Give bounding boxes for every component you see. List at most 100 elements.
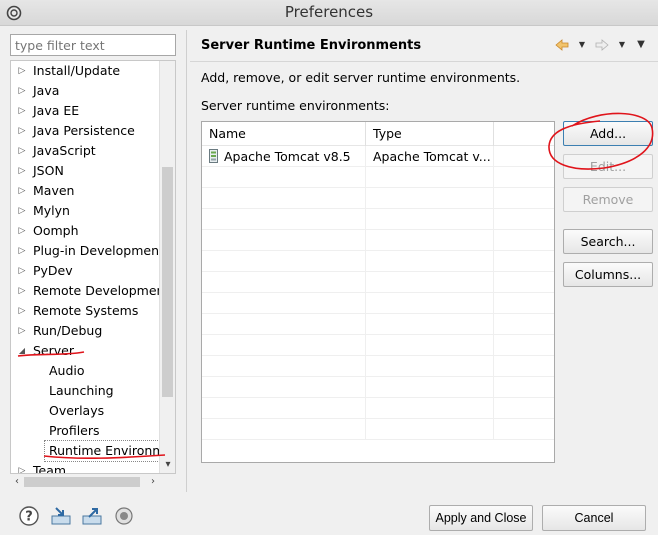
- tree-item-label: Profilers: [49, 423, 100, 438]
- cell-type: [366, 419, 494, 440]
- tree-item-label: Overlays: [49, 403, 105, 418]
- window-title: Preferences: [284, 3, 374, 21]
- cell-name: [202, 188, 366, 209]
- collapsed-arrow-icon[interactable]: ▷: [17, 141, 27, 161]
- cell-name: [202, 314, 366, 335]
- cell-name: [202, 251, 366, 272]
- expanded-arrow-icon[interactable]: ◢: [17, 341, 27, 361]
- column-header-type[interactable]: Type: [366, 122, 494, 146]
- server-icon: [209, 149, 218, 163]
- table-row: [202, 272, 554, 293]
- tree-item-label: Run/Debug: [33, 323, 103, 338]
- scrollbar-thumb[interactable]: [162, 167, 173, 397]
- collapsed-arrow-icon[interactable]: ▷: [17, 301, 27, 321]
- title-bar: Preferences: [0, 0, 658, 26]
- cell-type: [366, 398, 494, 419]
- cell-name: [202, 293, 366, 314]
- help-icon[interactable]: ?: [18, 505, 40, 527]
- runtime-table[interactable]: Name Type Apache Tomcat v8.5 Apache Tomca…: [201, 121, 555, 463]
- collapsed-arrow-icon[interactable]: ▷: [17, 221, 27, 241]
- collapsed-arrow-icon[interactable]: ▷: [17, 321, 27, 341]
- collapsed-arrow-icon[interactable]: ▷: [17, 461, 27, 473]
- edit-button[interactable]: Edit...: [563, 154, 653, 179]
- view-menu-icon[interactable]: ▼: [636, 37, 646, 53]
- page-description: Add, remove, or edit server runtime envi…: [201, 70, 521, 85]
- columns-button[interactable]: Columns...: [563, 262, 653, 287]
- scroll-down-icon[interactable]: ▾: [160, 459, 175, 473]
- import-icon[interactable]: [50, 505, 72, 527]
- collapsed-arrow-icon[interactable]: ▷: [17, 121, 27, 141]
- collapsed-arrow-icon[interactable]: ▷: [17, 161, 27, 181]
- tree-vertical-scrollbar[interactable]: ▾: [159, 61, 175, 473]
- collapsed-arrow-icon[interactable]: ▷: [17, 181, 27, 201]
- cell-name: [202, 167, 366, 188]
- tree-item-label: Java: [33, 83, 60, 98]
- table-row: [202, 188, 554, 209]
- cell-name: [202, 356, 366, 377]
- collapsed-arrow-icon[interactable]: ▷: [17, 201, 27, 221]
- tree-item-label: Runtime Environme: [49, 441, 173, 461]
- scrollbar-thumb[interactable]: [24, 477, 140, 487]
- table-row: [202, 356, 554, 377]
- cell-type: [366, 230, 494, 251]
- tree-item-label: Mylyn: [33, 203, 70, 218]
- table-row: [202, 167, 554, 188]
- back-dropdown-icon[interactable]: ▼: [577, 37, 587, 53]
- tree-child-item[interactable]: Runtime Environme: [44, 440, 173, 462]
- table-row: [202, 209, 554, 230]
- cell-name: [202, 272, 366, 293]
- collapsed-arrow-icon[interactable]: ▷: [17, 281, 27, 301]
- tree-item-label: Oomph: [33, 223, 79, 238]
- cell-type: [366, 188, 494, 209]
- tree-item-label: Launching: [49, 383, 114, 398]
- collapsed-arrow-icon[interactable]: ▷: [17, 261, 27, 281]
- cell-type: [366, 167, 494, 188]
- cell-type: [366, 314, 494, 335]
- table-row: [202, 419, 554, 440]
- collapsed-arrow-icon[interactable]: ▷: [17, 101, 27, 121]
- back-arrow-icon[interactable]: [554, 37, 570, 53]
- remove-button[interactable]: Remove: [563, 187, 653, 212]
- forward-dropdown-icon[interactable]: ▼: [617, 37, 627, 53]
- apply-and-close-button[interactable]: Apply and Close: [429, 505, 533, 531]
- table-row: [202, 335, 554, 356]
- collapsed-arrow-icon[interactable]: ▷: [17, 81, 27, 101]
- cancel-button[interactable]: Cancel: [542, 505, 646, 531]
- tree-item-label: Audio: [49, 363, 85, 378]
- tree-item-label: PyDev: [33, 263, 73, 278]
- cell-type: Apache Tomcat v...: [366, 146, 494, 167]
- scroll-right-icon[interactable]: ›: [146, 474, 160, 490]
- column-header-name[interactable]: Name: [202, 122, 366, 146]
- collapsed-arrow-icon[interactable]: ▷: [17, 241, 27, 261]
- export-icon[interactable]: [81, 505, 103, 527]
- filter-input[interactable]: [10, 34, 176, 56]
- collapsed-arrow-icon[interactable]: ▷: [17, 61, 27, 81]
- table-row: [202, 293, 554, 314]
- tree-item-label: Team: [33, 463, 67, 474]
- cell-name: [202, 377, 366, 398]
- dialog-footer: ? Apply and Close Cancel: [0, 496, 658, 535]
- record-icon[interactable]: [113, 505, 135, 527]
- table-row: [202, 251, 554, 272]
- tree-item-label: Server: [33, 343, 74, 358]
- cell-type: [366, 293, 494, 314]
- add-button[interactable]: Add...: [563, 121, 653, 146]
- table-row: [202, 230, 554, 251]
- tree-item-label: Remote Development: [33, 283, 170, 298]
- scroll-left-icon[interactable]: ‹: [10, 474, 24, 490]
- cell-name: [202, 419, 366, 440]
- table-row: [202, 314, 554, 335]
- table-header: Name Type: [202, 122, 554, 146]
- tree-item-label: JSON: [33, 163, 64, 178]
- search-button[interactable]: Search...: [563, 229, 653, 254]
- tree-item-label: Plug-in Development: [33, 243, 164, 258]
- tree-item-label: Java Persistence: [33, 123, 135, 138]
- tree-horizontal-scrollbar[interactable]: ‹ ›: [10, 474, 160, 490]
- forward-arrow-icon[interactable]: [594, 37, 610, 53]
- cell-name: [202, 398, 366, 419]
- pane-divider[interactable]: [186, 30, 187, 492]
- table-row[interactable]: Apache Tomcat v8.5 Apache Tomcat v...: [202, 146, 554, 167]
- page-header: Server Runtime Environments ▼ ▼ ▼: [190, 30, 658, 62]
- runtime-name: Apache Tomcat v8.5: [224, 149, 351, 164]
- cell-type: [366, 209, 494, 230]
